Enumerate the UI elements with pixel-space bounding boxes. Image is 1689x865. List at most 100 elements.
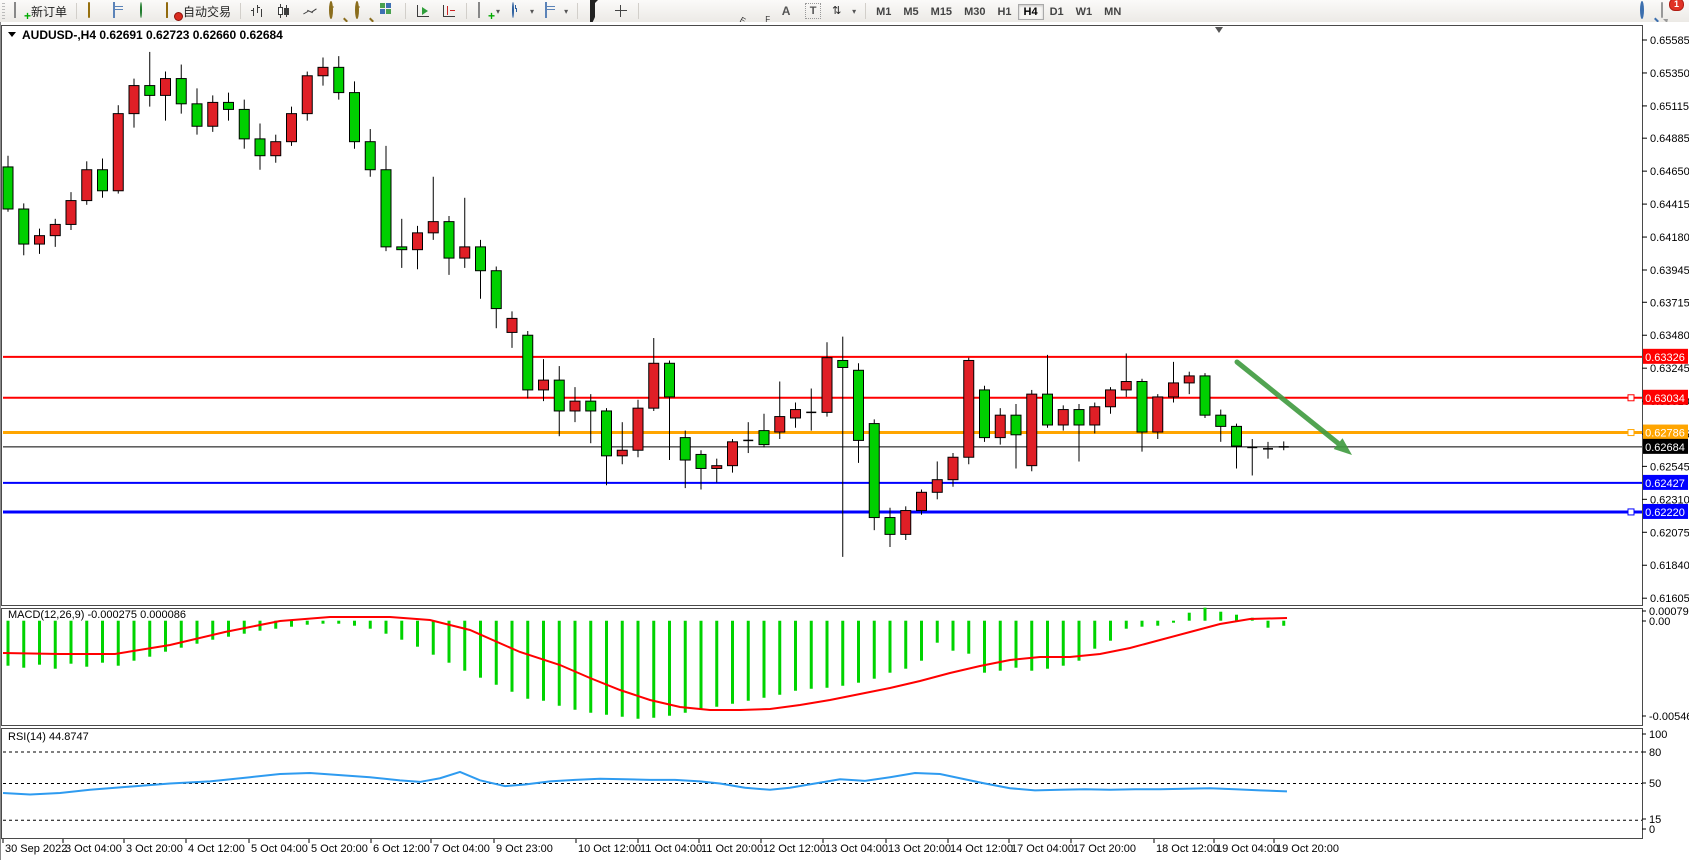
svg-text:3 Oct 20:00: 3 Oct 20:00 xyxy=(126,843,183,855)
timeframe-d1[interactable]: D1 xyxy=(1044,4,1070,20)
svg-text:0: 0 xyxy=(1649,824,1655,836)
fibonacci-button[interactable] xyxy=(747,0,773,22)
chat-button[interactable]: 1 xyxy=(1661,3,1677,19)
svg-text:4 Oct 12:00: 4 Oct 12:00 xyxy=(188,843,245,855)
autotrading-button[interactable]: 自动交易 xyxy=(159,0,236,22)
svg-text:0.62220: 0.62220 xyxy=(1645,507,1685,519)
terminal-icon xyxy=(113,2,115,18)
notification-badge: 1 xyxy=(1669,0,1684,11)
chart-shift-icon xyxy=(441,3,457,19)
svg-text:11 Oct 20:00: 11 Oct 20:00 xyxy=(701,843,763,855)
vertical-line-button[interactable] xyxy=(643,0,669,22)
toolbar-grip[interactable] xyxy=(2,3,5,19)
separator xyxy=(405,3,406,19)
svg-text:11 Oct 04:00: 11 Oct 04:00 xyxy=(640,843,702,855)
profile-icon xyxy=(88,2,90,18)
timeframe-w1[interactable]: W1 xyxy=(1070,4,1099,20)
zoom-out-icon: − xyxy=(355,1,359,19)
zoom-in-button[interactable]: + xyxy=(323,0,349,22)
candlestick-button[interactable] xyxy=(271,0,297,22)
bar-chart-icon xyxy=(250,3,266,19)
autotrading-label: 自动交易 xyxy=(183,3,231,20)
svg-text:13 Oct 04:00: 13 Oct 04:00 xyxy=(825,843,888,855)
svg-text:0.65350: 0.65350 xyxy=(1650,68,1689,80)
zoom-out-button[interactable]: − xyxy=(349,0,375,22)
arrows-icon: ⇅ xyxy=(832,3,848,19)
periods-icon xyxy=(512,2,514,18)
svg-text:0.64650: 0.64650 xyxy=(1650,166,1689,178)
svg-text:0.64885: 0.64885 xyxy=(1650,133,1689,145)
timeframe-m15[interactable]: M15 xyxy=(925,4,958,20)
timeframe-h4[interactable]: H4 xyxy=(1018,4,1044,20)
svg-text:0.65115: 0.65115 xyxy=(1650,101,1689,113)
svg-text:19 Oct 04:00: 19 Oct 04:00 xyxy=(1216,843,1279,855)
chart-window[interactable]: 0.655850.653500.651150.648850.646500.644… xyxy=(0,22,1689,860)
svg-text:0.63945: 0.63945 xyxy=(1650,265,1689,277)
timeframe-mn[interactable]: MN xyxy=(1098,4,1127,20)
separator xyxy=(466,3,467,19)
svg-text:18 Oct 12:00: 18 Oct 12:00 xyxy=(1156,843,1219,855)
horizontal-line-button[interactable] xyxy=(669,0,695,22)
svg-text:19 Oct 20:00: 19 Oct 20:00 xyxy=(1276,843,1339,855)
profile-button[interactable] xyxy=(81,0,107,22)
templates-button[interactable]: ▾ xyxy=(539,0,573,22)
svg-text:0.61605: 0.61605 xyxy=(1650,593,1689,605)
separator xyxy=(638,3,639,19)
separator xyxy=(240,3,241,19)
crosshair-icon xyxy=(613,3,629,19)
svg-text:0.61840: 0.61840 xyxy=(1650,560,1689,572)
svg-text:10 Oct 12:00: 10 Oct 12:00 xyxy=(578,843,641,855)
periods-button[interactable]: ▾ xyxy=(505,0,539,22)
text-icon: A xyxy=(778,3,794,19)
new-order-button[interactable]: 新订单 xyxy=(7,0,72,22)
trendline-button[interactable] xyxy=(695,0,721,22)
text-label-button[interactable]: T xyxy=(799,0,827,22)
svg-text:30 Sep 2022: 30 Sep 2022 xyxy=(5,843,67,855)
separator xyxy=(577,3,578,19)
text-button[interactable]: A xyxy=(773,0,799,22)
new-order-label: 新订单 xyxy=(31,3,67,20)
svg-text:0.63326: 0.63326 xyxy=(1645,352,1685,364)
arrows-button[interactable]: ⇅▾ xyxy=(827,0,861,22)
svg-text:17 Oct 20:00: 17 Oct 20:00 xyxy=(1073,843,1136,855)
svg-text:7 Oct 04:00: 7 Oct 04:00 xyxy=(433,843,490,855)
chart-canvas[interactable]: 0.655850.653500.651150.648850.646500.644… xyxy=(0,22,1689,860)
candlestick-icon xyxy=(276,3,292,19)
search-button[interactable] xyxy=(1639,3,1655,19)
bar-chart-button[interactable] xyxy=(245,0,271,22)
signals-icon xyxy=(140,2,142,18)
timeframe-h1[interactable]: H1 xyxy=(991,4,1017,20)
channel-button[interactable] xyxy=(721,0,747,22)
auto-scroll-icon xyxy=(415,3,431,19)
autotrading-icon xyxy=(166,2,168,18)
svg-text:0.62684: 0.62684 xyxy=(1645,442,1685,454)
crosshair-button[interactable] xyxy=(608,0,634,22)
indicators-button[interactable]: ▾ xyxy=(471,0,505,22)
indicators-icon xyxy=(478,2,480,18)
auto-scroll-button[interactable] xyxy=(410,0,436,22)
cursor-button[interactable] xyxy=(582,0,608,22)
svg-text:0.64180: 0.64180 xyxy=(1650,232,1689,244)
tile-windows-button[interactable] xyxy=(375,0,401,22)
svg-text:17 Oct 04:00: 17 Oct 04:00 xyxy=(1011,843,1074,855)
signals-button[interactable] xyxy=(133,0,159,22)
svg-text:0.63715: 0.63715 xyxy=(1650,297,1689,309)
chart-shift-button[interactable] xyxy=(436,0,462,22)
search-icon xyxy=(1640,1,1644,19)
svg-text:80: 80 xyxy=(1649,747,1661,759)
svg-text:13 Oct 20:00: 13 Oct 20:00 xyxy=(888,843,951,855)
svg-text:AUDUSD-,H4 0.62691 0.62723 0.: AUDUSD-,H4 0.62691 0.62723 0.62660 0.626… xyxy=(22,28,283,42)
line-chart-button[interactable] xyxy=(297,0,323,22)
timeframe-m1[interactable]: M1 xyxy=(870,4,897,20)
terminal-button[interactable] xyxy=(107,0,133,22)
text-label-icon: T xyxy=(805,3,821,19)
separator xyxy=(865,3,866,19)
timeframe-m30[interactable]: M30 xyxy=(958,4,991,20)
templates-icon xyxy=(545,2,547,18)
svg-text:9 Oct 23:00: 9 Oct 23:00 xyxy=(496,843,553,855)
new-order-icon xyxy=(14,2,16,18)
zoom-in-icon: + xyxy=(329,1,333,19)
svg-text:100: 100 xyxy=(1649,729,1667,741)
timeframe-m5[interactable]: M5 xyxy=(897,4,924,20)
svg-text:0.63245: 0.63245 xyxy=(1650,363,1689,375)
